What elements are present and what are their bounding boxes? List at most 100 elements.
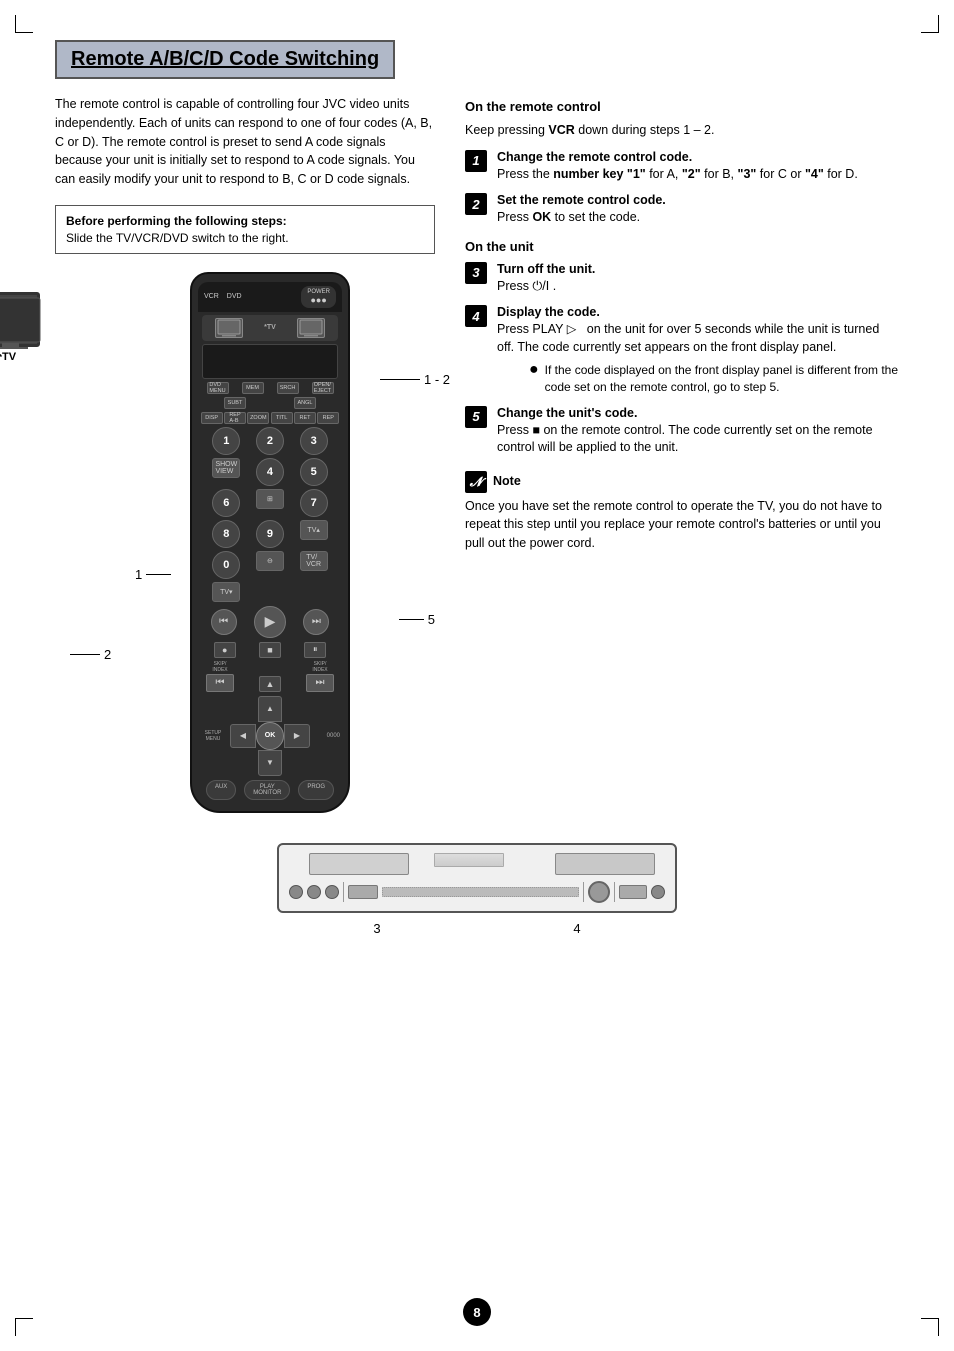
aux-btn: AUX	[206, 780, 236, 800]
skip-index-label-right: SKIP/INDEX	[312, 661, 327, 673]
led-display	[434, 853, 504, 867]
step-1: 1 Change the remote control code. Press …	[465, 150, 899, 184]
note-title: Note	[493, 472, 521, 491]
step-1-content: Change the remote control code. Press th…	[497, 150, 899, 184]
step-1-title: Change the remote control code.	[497, 150, 899, 164]
num-btn-8: 8	[212, 520, 240, 548]
remote-display	[202, 344, 338, 379]
num-btn-9: 9	[256, 520, 284, 548]
num-btn-5: 5	[300, 458, 328, 486]
divider-1	[343, 882, 344, 902]
ctrl-knob	[588, 881, 610, 903]
stop-btn: ■	[259, 642, 281, 658]
bottom-label-3: 3	[373, 921, 380, 936]
callout-2: 2	[70, 647, 111, 662]
tv-vol-btn: TV▴	[300, 520, 328, 540]
num-btn-1: 1	[212, 427, 240, 455]
zoom-btn: ZOOM	[247, 412, 269, 424]
step-1-desc: Press the number key "1" for A, "2" for …	[497, 166, 899, 184]
remote-body-container: VCR DVD POWER ●●●	[145, 272, 395, 813]
note-title-row: 𝓝 Note	[465, 471, 899, 493]
play-btn: ▶	[254, 606, 286, 638]
step-num-4: 4	[465, 305, 487, 327]
forward-btn: ⏭	[303, 609, 329, 635]
note-box: 𝓝 Note Once you have set the remote cont…	[465, 471, 899, 553]
callout-label-1: 1	[135, 567, 142, 582]
step-4: 4 Display the code. Press PLAY ▷ on the …	[465, 305, 899, 396]
callout-label-1-2: 1 - 2	[424, 372, 450, 387]
subtitle-btn: SUBT	[224, 397, 246, 409]
step-num-5: 5	[465, 406, 487, 428]
right-column: On the remote control Keep pressing VCR …	[465, 95, 899, 813]
dpad-ok: OK	[256, 722, 284, 750]
vcr-label: VCR	[204, 293, 219, 300]
ctrl-rect-1	[348, 885, 378, 899]
right-panel	[555, 853, 655, 875]
menu-btn-row-2: SUBT ANGL	[200, 397, 340, 409]
corner-mark-br	[921, 1318, 939, 1336]
corner-mark-tl	[15, 15, 33, 33]
ctrl-btn-4	[651, 885, 665, 899]
step-4-desc: Press PLAY ▷ on the unit for over 5 seco…	[497, 321, 899, 356]
step-num-1: 1	[465, 150, 487, 172]
step-5-content: Change the unit's code. Press ■ on the r…	[497, 406, 899, 457]
dpad-right: ▶	[284, 724, 310, 748]
bottom-labels: 3 4	[277, 921, 677, 936]
num-btn-0: 0	[212, 551, 240, 579]
tv-label: *TV	[0, 351, 40, 363]
left-column: The remote control is capable of control…	[55, 95, 435, 813]
up-btn-group: ▲	[259, 676, 281, 692]
control-row	[279, 881, 675, 903]
step-3: 3 Turn off the unit. Press ⏻/I .	[465, 262, 899, 296]
step-3-title: Turn off the unit.	[497, 262, 899, 276]
dpad: ▲ ▼ ◀ ▶ OK SETUPMENU 0000	[230, 696, 310, 776]
return-btn: RET	[294, 412, 316, 424]
step-num-2: 2	[465, 193, 487, 215]
dvd-label: DVD	[227, 293, 242, 300]
open-eject-btn: OPEN/EJECT	[312, 382, 334, 394]
remote-bottom: AUX PLAYMONITOR PROG	[202, 780, 338, 800]
step-3-content: Turn off the unit. Press ⏻/I .	[497, 262, 899, 296]
up-btn: ▲	[259, 676, 281, 692]
skip-prev-group: SKIP/INDEX ⏮	[206, 661, 234, 692]
power-icon: ●●●	[307, 295, 330, 305]
step-4-bullet: ● If the code displayed on the front dis…	[529, 362, 899, 396]
page-number: 8	[463, 1298, 491, 1326]
showview-btn: SHOWVIEW	[212, 458, 240, 478]
skip-next-group: SKIP/INDEX ⏭	[306, 661, 334, 692]
power-label: POWER	[307, 289, 330, 295]
tape-progress	[382, 887, 579, 897]
memory-btn: MEM	[242, 382, 264, 394]
tv-selector-right	[297, 318, 325, 338]
num-btn-4: 4	[256, 458, 284, 486]
on-unit-heading: On the unit	[465, 239, 899, 254]
tv-device: *TV	[0, 292, 40, 363]
content-area: The remote control is capable of control…	[55, 95, 899, 813]
intro-text: The remote control is capable of control…	[55, 95, 435, 189]
divider-3	[614, 882, 615, 902]
step-2-desc: Press OK to set the code.	[497, 209, 899, 227]
remote-diagram-wrapper: *TV VCR DVD POWER	[55, 272, 395, 813]
dpad-down: ▼	[258, 750, 282, 776]
note-icon: 𝓝	[465, 471, 487, 493]
title-btn: TITL	[271, 412, 293, 424]
ctrl-btn-2	[307, 885, 321, 899]
tv-selector-area: *TV	[202, 315, 338, 341]
menu-btn-row-1: DVDMENU MEM SRCH OPEN/EJECT	[200, 382, 340, 394]
rewind-btn: ⏮	[211, 609, 237, 635]
step-num-3: 3	[465, 262, 487, 284]
tv-asterisk-label: *TV	[264, 324, 276, 331]
step-5-desc: Press ■ on the remote control. The code …	[497, 422, 899, 457]
on-remote-note: Keep pressing VCR down during steps 1 – …	[465, 122, 899, 140]
device-front	[277, 843, 677, 913]
repeat-btn: REP	[317, 412, 339, 424]
ctrl-btn-3	[325, 885, 339, 899]
page: Remote A/B/C/D Code Switching The remote…	[0, 0, 954, 1351]
callout-5: 5	[399, 612, 435, 627]
code-display: 0000	[327, 733, 340, 739]
record-btn: ●	[214, 642, 236, 658]
step-4-content: Display the code. Press PLAY ▷ on the un…	[497, 305, 899, 396]
callout-label-5: 5	[428, 612, 435, 627]
prereq-title: Before performing the following steps:	[66, 214, 424, 228]
bullet-dot-4: ●	[529, 362, 539, 396]
